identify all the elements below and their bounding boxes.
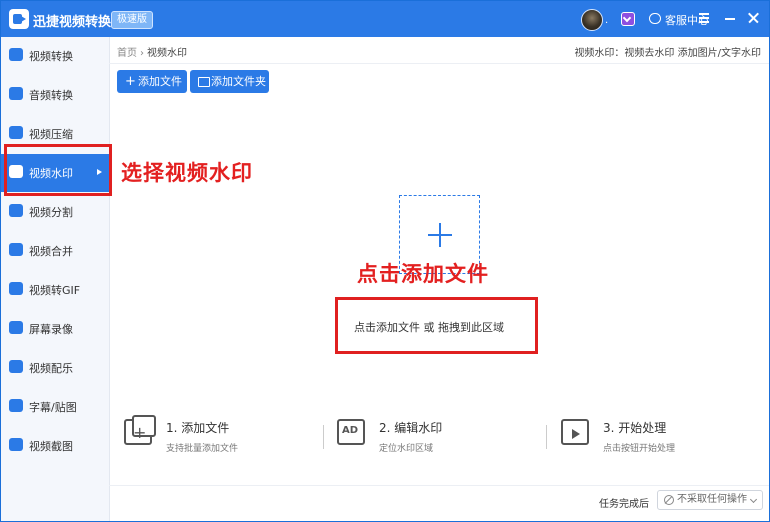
minimize-icon[interactable] bbox=[721, 9, 739, 27]
step-title: 2. 编辑水印 bbox=[379, 421, 443, 435]
sidebar-item-video-to-gif[interactable]: 视频转GIF bbox=[1, 271, 109, 309]
add-folder-label: 添加文件夹 bbox=[211, 75, 266, 88]
add-files-icon bbox=[124, 415, 156, 445]
sidebar-item-label: 字幕/贴图 bbox=[29, 401, 77, 414]
sidebar-item-label: 视频转GIF bbox=[29, 284, 81, 297]
breadcrumb-separator: › bbox=[140, 48, 144, 59]
app-logo-icon bbox=[9, 9, 29, 29]
breadcrumb: 首页 › 视频水印 bbox=[117, 44, 187, 59]
sidebar-item-video-music[interactable]: 视频配乐 bbox=[1, 349, 109, 387]
step-divider bbox=[546, 425, 547, 449]
gif-icon bbox=[9, 282, 23, 295]
user-name[interactable]: . bbox=[605, 15, 608, 26]
subtitle-icon bbox=[9, 399, 23, 412]
after-task-select[interactable]: 不采取任何操作 bbox=[657, 490, 763, 510]
sidebar-item-screen-record[interactable]: 屏幕录像 bbox=[1, 310, 109, 348]
ad-watermark-icon: AD bbox=[337, 419, 365, 445]
sidebar-item-label: 屏幕录像 bbox=[29, 323, 73, 336]
video-compress-icon bbox=[9, 126, 23, 139]
sidebar-item-subtitle-sticker[interactable]: 字幕/贴图 bbox=[1, 388, 109, 426]
step-title: 1. 添加文件 bbox=[166, 421, 230, 435]
video-merge-icon bbox=[9, 243, 23, 256]
screen-record-icon bbox=[9, 321, 23, 334]
add-folder-button[interactable]: 添加文件夹 bbox=[190, 70, 269, 93]
drop-zone-hint[interactable]: 点击添加文件 或 拖拽到此区域 bbox=[354, 319, 504, 335]
user-avatar[interactable] bbox=[581, 9, 603, 31]
step-subtitle: 定位水印区域 bbox=[379, 444, 434, 454]
clapper-icon bbox=[561, 419, 589, 445]
sidebar-item-label: 音频转换 bbox=[29, 89, 73, 102]
add-file-label: 添加文件 bbox=[138, 75, 182, 88]
screenshot-icon bbox=[9, 438, 23, 451]
after-task-label: 任务完成后 bbox=[599, 499, 649, 510]
plus-icon: + bbox=[125, 74, 136, 89]
chat-icon[interactable] bbox=[649, 13, 661, 24]
title-bar: 迅捷视频转换器 极速版 . 客服中心 bbox=[1, 1, 769, 37]
plus-icon-vertical bbox=[439, 223, 441, 247]
breadcrumb-current: 视频水印 bbox=[147, 48, 187, 59]
app-window: 迅捷视频转换器 极速版 . 客服中心 视频转换 音频转换 视频压缩 视频水印 视… bbox=[0, 0, 770, 522]
ad-icon-text: AD bbox=[342, 425, 359, 436]
annotation-select-watermark: 选择视频水印 bbox=[121, 161, 253, 185]
vip-icon[interactable] bbox=[621, 12, 635, 26]
step-subtitle: 支持批量添加文件 bbox=[166, 444, 239, 454]
sidebar: 视频转换 音频转换 视频压缩 视频水印 视频分割 视频合并 视频转GIF 屏幕录… bbox=[1, 37, 110, 521]
sidebar-item-label: 视频转换 bbox=[29, 50, 73, 63]
step-subtitle: 点击按钮开始处理 bbox=[603, 444, 676, 454]
sidebar-item-video-split[interactable]: 视频分割 bbox=[1, 193, 109, 231]
chevron-down-icon bbox=[749, 495, 758, 504]
music-icon bbox=[9, 360, 23, 373]
audio-convert-icon bbox=[9, 87, 23, 100]
after-task-value: 不采取任何操作 bbox=[677, 494, 747, 505]
sidebar-item-audio-convert[interactable]: 音频转换 bbox=[1, 76, 109, 114]
ban-icon bbox=[664, 495, 674, 505]
sidebar-item-label: 视频分割 bbox=[29, 206, 73, 219]
add-file-button[interactable]: + 添加文件 bbox=[117, 70, 187, 93]
step-title: 3. 开始处理 bbox=[603, 421, 667, 435]
sidebar-item-label: 视频截图 bbox=[29, 440, 73, 453]
video-split-icon bbox=[9, 204, 23, 217]
annotation-click-add-file: 点击添加文件 bbox=[357, 262, 489, 286]
sidebar-item-label: 视频合并 bbox=[29, 245, 73, 258]
step-divider bbox=[323, 425, 324, 449]
menu-icon[interactable] bbox=[695, 9, 713, 27]
edition-badge: 极速版 bbox=[111, 11, 153, 29]
video-convert-icon bbox=[9, 48, 23, 61]
feature-description: 视频水印：视频去水印 添加图片/文字水印 bbox=[574, 48, 761, 59]
divider bbox=[109, 63, 769, 64]
sidebar-item-label: 视频压缩 bbox=[29, 128, 73, 141]
breadcrumb-home[interactable]: 首页 bbox=[117, 48, 137, 59]
footer-divider bbox=[109, 485, 769, 486]
sidebar-item-video-screenshot[interactable]: 视频截图 bbox=[1, 427, 109, 465]
folder-icon bbox=[198, 77, 210, 87]
annotation-highlight-sidebar bbox=[4, 144, 112, 196]
sidebar-item-label: 视频配乐 bbox=[29, 362, 73, 375]
sidebar-item-video-merge[interactable]: 视频合并 bbox=[1, 232, 109, 270]
sidebar-item-video-convert[interactable]: 视频转换 bbox=[1, 37, 109, 75]
close-icon[interactable] bbox=[745, 9, 763, 27]
